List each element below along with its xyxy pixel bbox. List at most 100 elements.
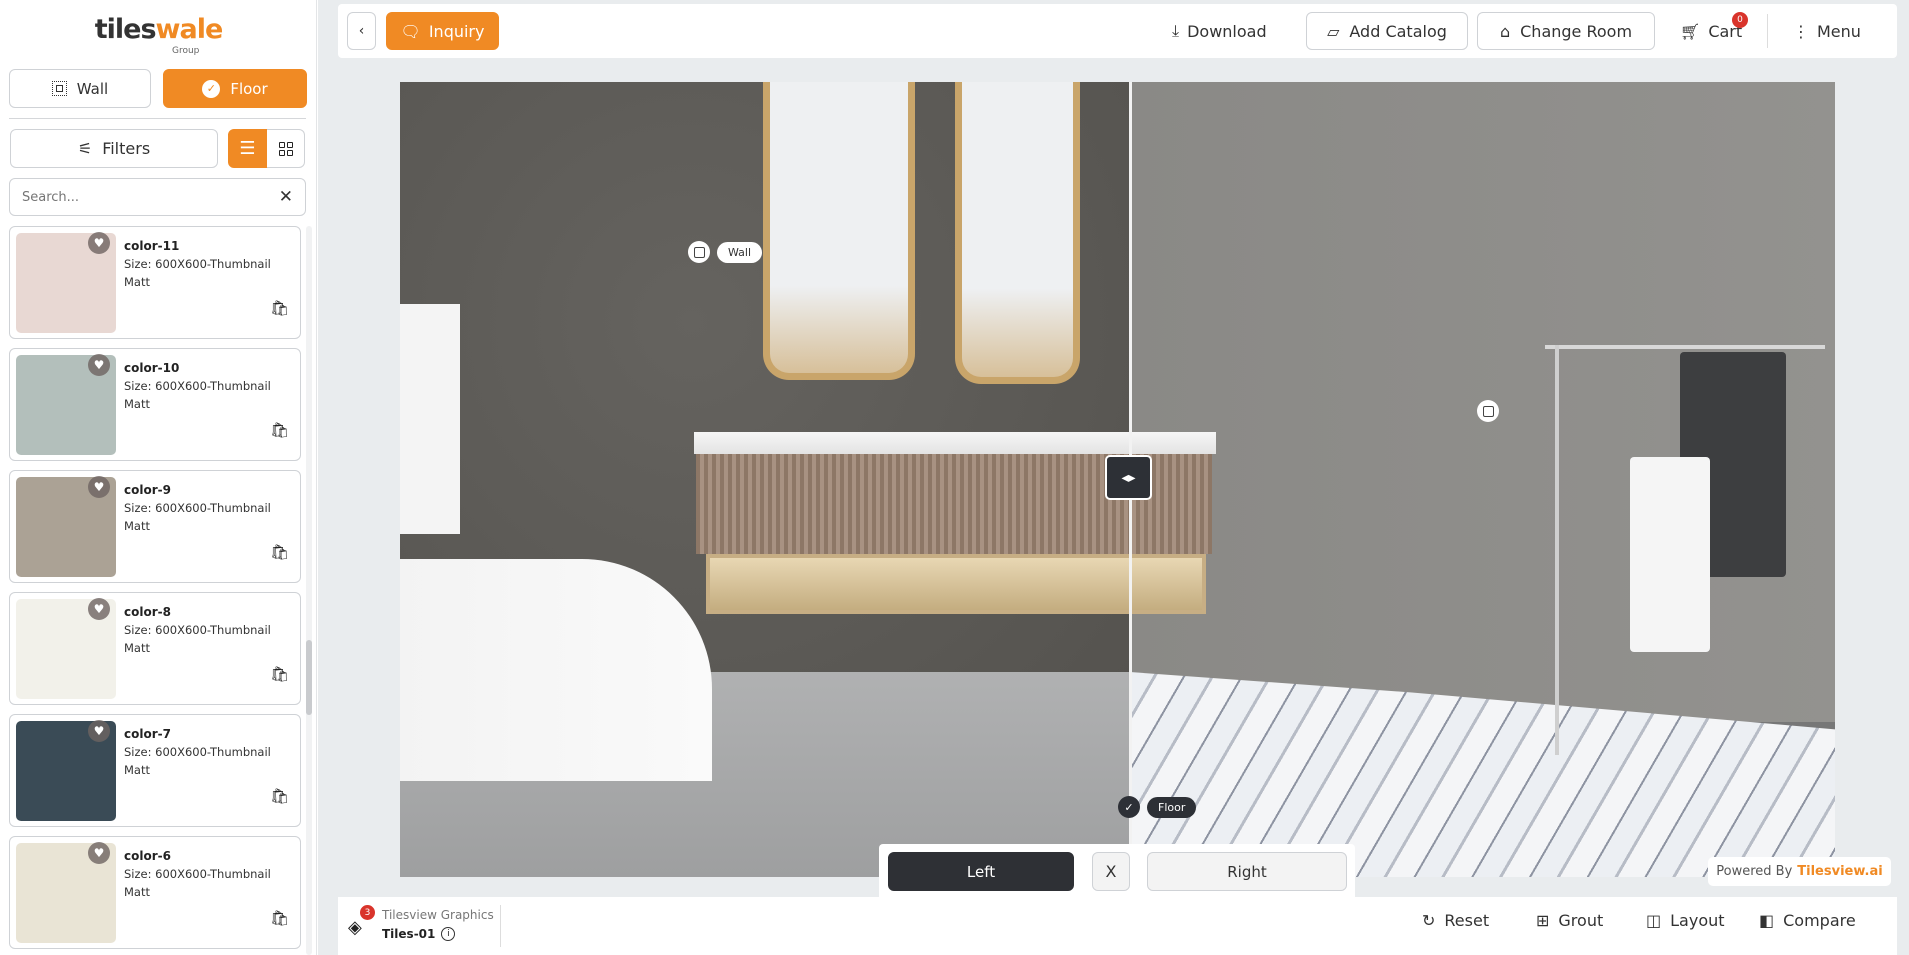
inquiry-button[interactable]: 🗨 Inquiry <box>386 12 499 50</box>
mirror <box>763 82 915 380</box>
product-size: Size: 600X600-Thumbnail <box>124 623 271 637</box>
product-size: Size: 600X600-Thumbnail <box>124 501 271 515</box>
add-to-cart-icon[interactable]: 🛍︎ <box>270 909 289 927</box>
sliders-icon: ⚟ <box>77 139 93 158</box>
reset-label: Reset <box>1444 911 1490 930</box>
add-to-cart-icon[interactable]: 🛍︎ <box>270 421 289 439</box>
right-side-button[interactable]: Right <box>1147 852 1347 891</box>
verified-badge-icon: ✓ <box>202 79 221 98</box>
grout-button[interactable]: ⊞ Grout <box>1536 911 1603 930</box>
home-icon: ⌂ <box>1499 21 1511 41</box>
download-label: Download <box>1187 21 1267 41</box>
grout-label: Grout <box>1558 911 1604 930</box>
favorite-heart-icon[interactable]: ♥ <box>88 476 110 498</box>
arrows-left-right-icon: ◂▸ <box>1121 469 1136 486</box>
layer-count-badge: 3 <box>360 905 375 920</box>
product-name: color-8 <box>124 605 171 619</box>
add-to-cart-icon[interactable]: 🛍︎ <box>270 787 289 805</box>
wall-tab-button[interactable]: Wall <box>9 69 151 108</box>
wall-select-checkbox[interactable] <box>688 241 710 263</box>
floor-tag[interactable]: Floor <box>1147 797 1197 818</box>
scrollbar-track[interactable] <box>306 226 312 955</box>
product-card[interactable]: ♥ color-8 Size: 600X600-Thumbnail Matt 🛍… <box>9 592 301 705</box>
left-side-button[interactable]: Left <box>888 852 1074 891</box>
favorite-heart-icon[interactable]: ♥ <box>88 232 110 254</box>
product-size: Size: 600X600-Thumbnail <box>124 745 271 759</box>
add-catalog-button[interactable]: ▱ Add Catalog <box>1306 12 1468 50</box>
product-finish: Matt <box>124 763 150 777</box>
product-card[interactable]: ♥ color-6 Size: 600X600-Thumbnail Matt 🛍… <box>9 836 301 949</box>
scrollbar-thumb[interactable] <box>306 640 312 715</box>
back-button[interactable]: ‹ <box>347 12 376 50</box>
product-size: Size: 600X600-Thumbnail <box>124 257 271 271</box>
floor-select-checkbox-checked[interactable]: ✓ <box>1118 796 1140 818</box>
chat-icon: 🗨 <box>400 21 421 41</box>
wall-select-icon <box>51 81 67 96</box>
list-view-button[interactable]: ☰ <box>228 129 267 168</box>
add-to-cart-icon[interactable]: 🛍︎ <box>270 299 289 317</box>
inquiry-label: Inquiry <box>428 21 485 41</box>
chevron-left-icon: ‹ <box>358 23 365 39</box>
right-wall-select-checkbox[interactable] <box>1477 400 1499 422</box>
powered-by-badge[interactable]: Powered By Tilesview.ai <box>1708 857 1891 886</box>
product-finish: Matt <box>124 885 150 899</box>
split-drag-handle[interactable]: ◂▸ <box>1105 455 1152 500</box>
grid-view-button[interactable] <box>267 129 305 168</box>
change-room-button[interactable]: ⌂ Change Room <box>1477 12 1655 50</box>
favorite-heart-icon[interactable]: ♥ <box>88 354 110 376</box>
floor-tab-button[interactable]: ✓ Floor <box>163 69 307 108</box>
product-card[interactable]: ♥ color-9 Size: 600X600-Thumbnail Matt 🛍… <box>9 470 301 583</box>
compare-side-panel: Left X Right <box>879 844 1355 897</box>
towel <box>400 304 460 534</box>
info-icon[interactable]: i <box>441 927 456 941</box>
kebab-menu-icon: ⋮ <box>1793 21 1809 41</box>
product-finish: Matt <box>124 275 150 289</box>
tile-info: Tiles-01 i <box>382 927 456 941</box>
toolbar-divider <box>1767 14 1768 48</box>
layout-button[interactable]: ◫ Layout <box>1646 911 1725 930</box>
filters-label: Filters <box>102 139 151 158</box>
favorite-heart-icon[interactable]: ♥ <box>88 720 110 742</box>
product-name: color-6 <box>124 849 171 863</box>
powered-by-text: Powered By <box>1716 864 1793 879</box>
compare-button[interactable]: ◧ Compare <box>1759 911 1856 930</box>
menu-label: Menu <box>1817 21 1861 41</box>
layout-label: Layout <box>1670 911 1725 930</box>
top-toolbar: ‹ 🗨 Inquiry ⤓ Download ▱ Add Catalog ⌂ Chang… <box>338 4 1897 58</box>
product-size: Size: 600X600-Thumbnail <box>124 867 271 881</box>
powered-by-brand: Tilesview.ai <box>1797 864 1883 879</box>
download-icon: ⤓ <box>1172 21 1180 40</box>
product-name: color-9 <box>124 483 171 497</box>
close-compare-button[interactable]: X <box>1092 852 1130 891</box>
product-card[interactable]: ♥ color-11 Size: 600X600-Thumbnail Matt … <box>9 226 301 339</box>
layout-icon: ◫ <box>1646 911 1662 930</box>
bathtub <box>400 559 712 781</box>
favorite-heart-icon[interactable]: ♥ <box>88 598 110 620</box>
catalog-icon: ▱ <box>1327 21 1340 41</box>
mirror <box>955 82 1080 384</box>
download-button[interactable]: ⤓ Download <box>1172 12 1267 50</box>
clear-search-icon[interactable]: ✕ <box>279 187 293 207</box>
add-to-cart-icon[interactable]: 🛍︎ <box>270 543 289 561</box>
product-name: color-10 <box>124 361 180 375</box>
product-card[interactable]: ♥ color-7 Size: 600X600-Thumbnail Matt 🛍… <box>9 714 301 827</box>
reset-button[interactable]: ↻ Reset <box>1422 911 1489 930</box>
product-list: ♥ color-11 Size: 600X600-Thumbnail Matt … <box>0 222 317 955</box>
logo: tileswale <box>94 14 224 45</box>
search-input[interactable] <box>22 189 262 205</box>
logo-subtitle: Group <box>172 46 200 56</box>
change-room-label: Change Room <box>1520 21 1633 41</box>
menu-button[interactable]: ⋮ Menu <box>1793 12 1861 50</box>
product-card[interactable]: ♥ color-10 Size: 600X600-Thumbnail Matt … <box>9 348 301 461</box>
room-visualizer[interactable]: ◂▸ Wall ✓ Floor <box>400 82 1835 877</box>
white-towel <box>1630 457 1710 652</box>
add-to-cart-icon[interactable]: 🛍︎ <box>270 665 289 683</box>
grout-icon: ⊞ <box>1536 911 1550 930</box>
product-name: color-11 <box>124 239 180 253</box>
wall-tag[interactable]: Wall <box>717 242 763 263</box>
filters-button[interactable]: ⚟ Filters <box>10 129 218 168</box>
favorite-heart-icon[interactable]: ♥ <box>88 842 110 864</box>
search-box: ✕ <box>9 178 306 216</box>
bottom-toolbar: ◈ 3 Tilesview Graphics Tiles-01 i ↻ Reset … <box>338 897 1897 955</box>
cart-button[interactable]: 🛒︎ Cart 0 <box>1680 12 1748 50</box>
